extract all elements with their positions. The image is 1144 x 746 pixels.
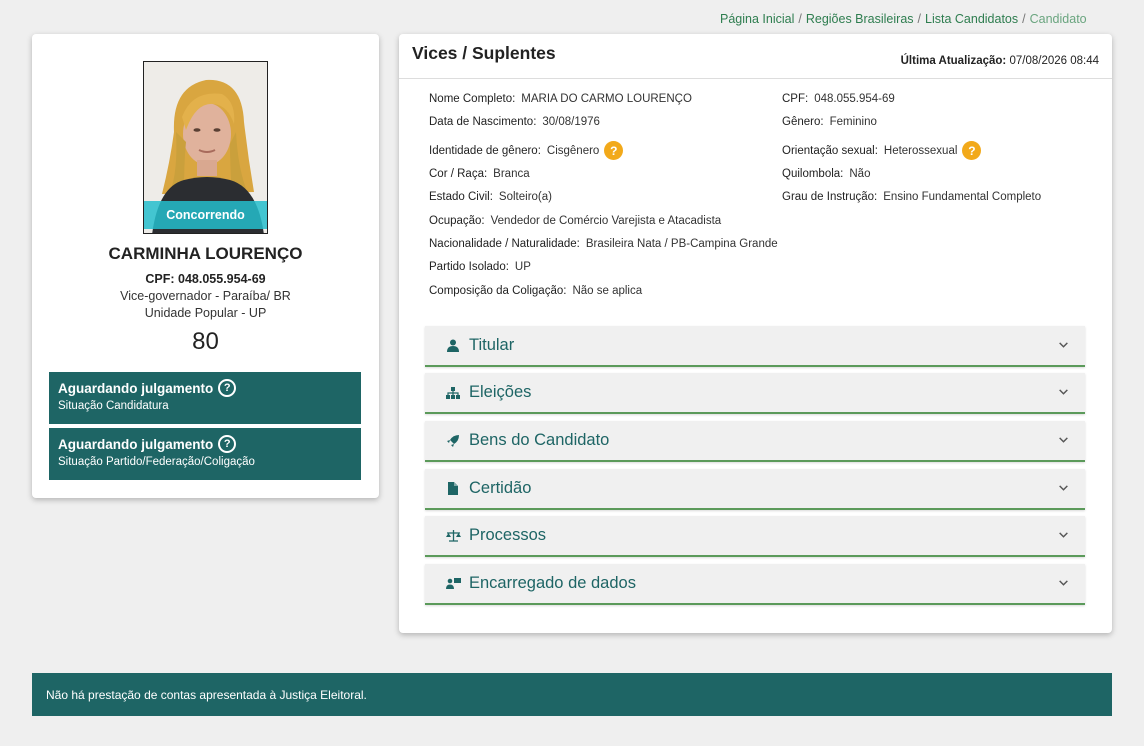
- help-icon[interactable]: ?: [218, 379, 237, 397]
- field-nome-completo: Nome Completo: MARIA DO CARMO LOURENÇO: [429, 93, 692, 105]
- chevron-down-icon: [1059, 389, 1068, 395]
- user-icon: [445, 338, 461, 354]
- field-orientacao-sexual: Orientação sexual: Heterossexual ?: [782, 141, 982, 160]
- breadcrumb-home[interactable]: Página Inicial: [720, 12, 794, 26]
- breadcrumb-current: Candidato: [1029, 12, 1087, 26]
- last-update-value: 07/08/2026 08:44: [1009, 55, 1099, 67]
- candidacy-judgment-subtitle: Situação Candidatura: [58, 400, 169, 412]
- accordion-eleicoes-label: Eleições: [469, 383, 532, 401]
- party-judgment-subtitle: Situação Partido/Federação/Coligação: [58, 456, 255, 468]
- field-genero: Gênero: Feminino: [782, 116, 877, 128]
- candidate-profile-card: Concorrendo CARMINHA LOURENÇO CPF: 048.0…: [32, 34, 379, 498]
- scale-icon: [445, 528, 461, 544]
- candidate-photo: Concorrendo: [143, 61, 268, 234]
- candidate-cpf: CPF: 048.055.954-69: [145, 272, 266, 286]
- breadcrumb: Página Inicial / Regiões Brasileiras / Lista…: [720, 12, 1087, 26]
- accordion-encarregado-dados[interactable]: Encarregado de dados: [425, 564, 1085, 605]
- field-composicao-coligacao: Composição da Coligação: Não se aplica: [429, 285, 643, 297]
- chevron-down-icon: [1059, 580, 1068, 586]
- accordion-certidao[interactable]: Certidão: [425, 469, 1085, 510]
- candidate-name: CARMINHA LOURENÇO: [108, 244, 303, 263]
- field-data-nascimento: Data de Nascimento: 30/08/1976: [429, 116, 600, 128]
- chevron-down-icon: [1059, 532, 1068, 538]
- candidacy-judgment-status: Aguardando julgamento ? Situação Candida…: [49, 372, 361, 424]
- chevron-down-icon: [1059, 342, 1068, 348]
- accordion-bens[interactable]: Bens do Candidato: [425, 421, 1085, 462]
- card-header: Vices / Suplentes Última Atualização: 07…: [399, 34, 1112, 79]
- page-title: Vices / Suplentes: [412, 43, 556, 63]
- accounts-notice-text: Não há prestação de contas apresentada à…: [46, 687, 367, 702]
- party-judgment-title: Aguardando julgamento: [58, 436, 214, 452]
- field-grau-instrucao: Grau de Instrução: Ensino Fundamental Co…: [782, 191, 1042, 203]
- rocket-icon: [445, 433, 461, 449]
- field-partido-isolado: Partido Isolado: UP: [429, 261, 531, 273]
- field-estado-civil: Estado Civil: Solteiro(a): [429, 191, 552, 203]
- accordion-eleicoes[interactable]: Eleições: [425, 373, 1085, 414]
- help-icon[interactable]: ?: [962, 141, 982, 160]
- field-cpf: CPF: 048.055.954-69: [782, 93, 895, 105]
- file-icon: [445, 481, 461, 497]
- field-cor-raca: Cor / Raça: Branca: [429, 168, 530, 180]
- vice-details-card: Vices / Suplentes Última Atualização: 07…: [399, 34, 1112, 633]
- last-update: Última Atualização: 07/08/2026 08:44: [901, 55, 1099, 67]
- accordion-processos-label: Processos: [469, 526, 547, 544]
- candidate-office: Vice-governador - Paraíba/ BR: [120, 289, 291, 303]
- chevron-down-icon: [1059, 437, 1068, 443]
- field-nacionalidade: Nacionalidade / Naturalidade: Brasileira…: [429, 238, 778, 250]
- breadcrumb-candidate-list[interactable]: Lista Candidatos: [925, 12, 1018, 26]
- accordion-titular[interactable]: Titular: [425, 326, 1085, 367]
- accordion-titular-label: Titular: [469, 336, 515, 354]
- accordion-processos[interactable]: Processos: [425, 516, 1085, 557]
- breadcrumb-regions[interactable]: Regiões Brasileiras: [806, 12, 914, 26]
- accordion-encarregado-dados-label: Encarregado de dados: [469, 574, 636, 592]
- help-icon[interactable]: ?: [604, 141, 624, 160]
- candidacy-judgment-title: Aguardando julgamento: [58, 380, 214, 396]
- candidate-number: 80: [192, 328, 219, 355]
- candidate-party: Unidade Popular - UP: [144, 306, 267, 320]
- party-judgment-status: Aguardando julgamento ? Situação Partido…: [49, 428, 361, 480]
- accordion-certidao-label: Certidão: [469, 479, 532, 497]
- last-update-label: Última Atualização:: [900, 55, 1007, 67]
- sitemap-icon: [445, 385, 461, 401]
- candidacy-status-ribbon: Concorrendo: [144, 201, 267, 229]
- help-icon[interactable]: ?: [218, 435, 237, 453]
- chevron-down-icon: [1059, 485, 1068, 491]
- data-officer-icon: [445, 576, 461, 592]
- field-ocupacao: Ocupação: Vendedor de Comércio Varejista…: [429, 215, 722, 227]
- field-quilombola: Quilombola: Não: [782, 168, 871, 180]
- accordion-bens-label: Bens do Candidato: [469, 431, 610, 449]
- field-identidade-genero: Identidade de gênero: Cisgênero ?: [429, 141, 624, 160]
- accounts-notice-bar: Não há prestação de contas apresentada à…: [32, 673, 1112, 716]
